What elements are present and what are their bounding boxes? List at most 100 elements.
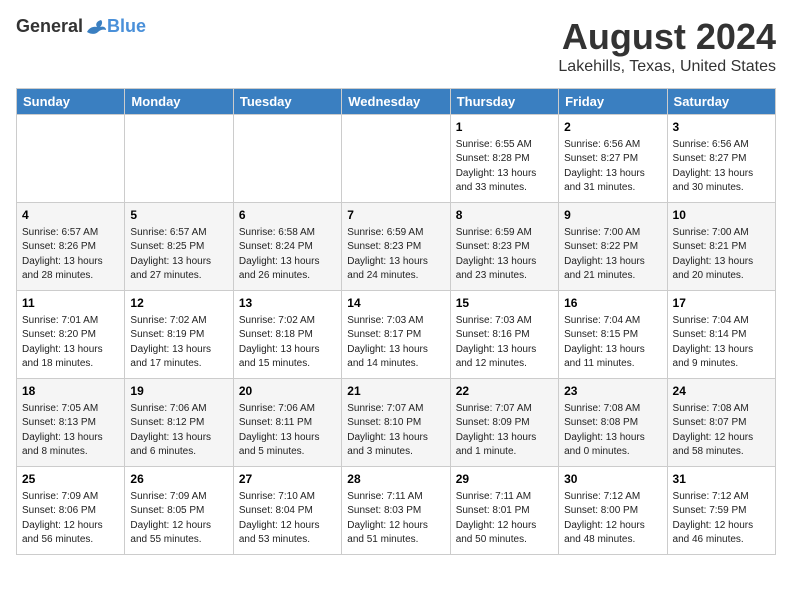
day-info: Sunrise: 7:04 AM Sunset: 8:14 PM Dayligh… [673, 314, 770, 372]
calendar-day-cell [233, 115, 341, 203]
day-info: Sunrise: 7:11 AM Sunset: 8:03 PM Dayligh… [347, 490, 444, 548]
day-info: Sunrise: 6:56 AM Sunset: 8:27 PM Dayligh… [564, 138, 661, 196]
day-info: Sunrise: 7:09 AM Sunset: 8:06 PM Dayligh… [22, 490, 119, 548]
day-info: Sunrise: 6:59 AM Sunset: 8:23 PM Dayligh… [347, 226, 444, 284]
day-info: Sunrise: 7:09 AM Sunset: 8:05 PM Dayligh… [130, 490, 227, 548]
header: General Blue August 2024 Lakehills, Texa… [16, 16, 776, 76]
calendar-table: SundayMondayTuesdayWednesdayThursdayFrid… [16, 88, 776, 555]
day-info: Sunrise: 7:04 AM Sunset: 8:15 PM Dayligh… [564, 314, 661, 372]
day-number: 10 [673, 207, 770, 224]
day-info: Sunrise: 6:56 AM Sunset: 8:27 PM Dayligh… [673, 138, 770, 196]
day-info: Sunrise: 6:57 AM Sunset: 8:26 PM Dayligh… [22, 226, 119, 284]
day-number: 6 [239, 207, 336, 224]
day-number: 1 [456, 119, 553, 136]
title-section: August 2024 Lakehills, Texas, United Sta… [558, 16, 776, 76]
calendar-day-cell: 13 Sunrise: 7:02 AM Sunset: 8:18 PM Dayli… [233, 291, 341, 379]
day-info: Sunrise: 7:03 AM Sunset: 8:16 PM Dayligh… [456, 314, 553, 372]
day-info: Sunrise: 6:55 AM Sunset: 8:28 PM Dayligh… [456, 138, 553, 196]
day-number: 3 [673, 119, 770, 136]
day-number: 12 [130, 295, 227, 312]
header-day-friday: Friday [559, 89, 667, 115]
day-number: 18 [22, 383, 119, 400]
calendar-day-cell: 7 Sunrise: 6:59 AM Sunset: 8:23 PM Daylig… [342, 203, 450, 291]
calendar-day-cell: 9Sunrise: 7:00 AM Sunset: 8:22 PM Daylig… [559, 203, 667, 291]
calendar-day-cell: 3 Sunrise: 6:56 AM Sunset: 8:27 PM Daylig… [667, 115, 775, 203]
day-info: Sunrise: 7:03 AM Sunset: 8:17 PM Dayligh… [347, 314, 444, 372]
logo-general-text: General [16, 16, 83, 37]
day-info: Sunrise: 7:07 AM Sunset: 8:10 PM Dayligh… [347, 402, 444, 460]
week-row-4: 18 Sunrise: 7:05 AM Sunset: 8:13 PM Dayli… [17, 379, 776, 467]
day-number: 4 [22, 207, 119, 224]
logo-blue-text: Blue [107, 16, 146, 37]
calendar-day-cell: 31Sunrise: 7:12 AM Sunset: 7:59 PM Dayli… [667, 467, 775, 555]
location-title: Lakehills, Texas, United States [558, 58, 776, 76]
day-number: 7 [347, 207, 444, 224]
day-number: 2 [564, 119, 661, 136]
day-info: Sunrise: 7:05 AM Sunset: 8:13 PM Dayligh… [22, 402, 119, 460]
header-day-monday: Monday [125, 89, 233, 115]
calendar-day-cell: 24Sunrise: 7:08 AM Sunset: 8:07 PM Dayli… [667, 379, 775, 467]
header-day-tuesday: Tuesday [233, 89, 341, 115]
calendar-day-cell: 22Sunrise: 7:07 AM Sunset: 8:09 PM Dayli… [450, 379, 558, 467]
calendar-day-cell: 8Sunrise: 6:59 AM Sunset: 8:23 PM Daylig… [450, 203, 558, 291]
day-number: 11 [22, 295, 119, 312]
day-number: 19 [130, 383, 227, 400]
calendar-day-cell: 2 Sunrise: 6:56 AM Sunset: 8:27 PM Daylig… [559, 115, 667, 203]
header-day-saturday: Saturday [667, 89, 775, 115]
header-day-thursday: Thursday [450, 89, 558, 115]
header-day-wednesday: Wednesday [342, 89, 450, 115]
day-info: Sunrise: 7:12 AM Sunset: 8:00 PM Dayligh… [564, 490, 661, 548]
calendar-day-cell: 12Sunrise: 7:02 AM Sunset: 8:19 PM Dayli… [125, 291, 233, 379]
day-number: 21 [347, 383, 444, 400]
day-info: Sunrise: 7:00 AM Sunset: 8:21 PM Dayligh… [673, 226, 770, 284]
day-number: 13 [239, 295, 336, 312]
week-row-1: 1 Sunrise: 6:55 AM Sunset: 8:28 PM Daylig… [17, 115, 776, 203]
day-number: 5 [130, 207, 227, 224]
week-row-3: 11 Sunrise: 7:01 AM Sunset: 8:20 PM Dayli… [17, 291, 776, 379]
calendar-day-cell [125, 115, 233, 203]
week-row-2: 4 Sunrise: 6:57 AM Sunset: 8:26 PM Daylig… [17, 203, 776, 291]
week-row-5: 25 Sunrise: 7:09 AM Sunset: 8:06 PM Dayli… [17, 467, 776, 555]
calendar-day-cell: 15Sunrise: 7:03 AM Sunset: 8:16 PM Dayli… [450, 291, 558, 379]
header-day-sunday: Sunday [17, 89, 125, 115]
day-info: Sunrise: 7:01 AM Sunset: 8:20 PM Dayligh… [22, 314, 119, 372]
month-title: August 2024 [558, 16, 776, 58]
day-info: Sunrise: 7:10 AM Sunset: 8:04 PM Dayligh… [239, 490, 336, 548]
day-number: 8 [456, 207, 553, 224]
calendar-day-cell: 20Sunrise: 7:06 AM Sunset: 8:11 PM Dayli… [233, 379, 341, 467]
day-info: Sunrise: 7:02 AM Sunset: 8:18 PM Dayligh… [239, 314, 336, 372]
day-number: 22 [456, 383, 553, 400]
logo-bird-icon [85, 18, 107, 36]
day-info: Sunrise: 6:58 AM Sunset: 8:24 PM Dayligh… [239, 226, 336, 284]
calendar-day-cell: 30 Sunrise: 7:12 AM Sunset: 8:00 PM Dayli… [559, 467, 667, 555]
calendar-day-cell: 5 Sunrise: 6:57 AM Sunset: 8:25 PM Daylig… [125, 203, 233, 291]
calendar-day-cell: 10 Sunrise: 7:00 AM Sunset: 8:21 PM Dayli… [667, 203, 775, 291]
logo: General Blue [16, 16, 146, 37]
day-number: 30 [564, 471, 661, 488]
day-number: 26 [130, 471, 227, 488]
calendar-day-cell: 26 Sunrise: 7:09 AM Sunset: 8:05 PM Dayli… [125, 467, 233, 555]
day-number: 23 [564, 383, 661, 400]
day-number: 17 [673, 295, 770, 312]
calendar-day-cell: 18 Sunrise: 7:05 AM Sunset: 8:13 PM Dayli… [17, 379, 125, 467]
calendar-day-cell: 21 Sunrise: 7:07 AM Sunset: 8:10 PM Dayli… [342, 379, 450, 467]
calendar-day-cell: 25 Sunrise: 7:09 AM Sunset: 8:06 PM Dayli… [17, 467, 125, 555]
day-number: 29 [456, 471, 553, 488]
calendar-day-cell: 14 Sunrise: 7:03 AM Sunset: 8:17 PM Dayli… [342, 291, 450, 379]
calendar-day-cell [17, 115, 125, 203]
day-info: Sunrise: 7:12 AM Sunset: 7:59 PM Dayligh… [673, 490, 770, 548]
day-info: Sunrise: 7:11 AM Sunset: 8:01 PM Dayligh… [456, 490, 553, 548]
calendar-day-cell: 6 Sunrise: 6:58 AM Sunset: 8:24 PM Daylig… [233, 203, 341, 291]
day-number: 25 [22, 471, 119, 488]
calendar-day-cell: 29 Sunrise: 7:11 AM Sunset: 8:01 PM Dayli… [450, 467, 558, 555]
day-info: Sunrise: 6:57 AM Sunset: 8:25 PM Dayligh… [130, 226, 227, 284]
calendar-day-cell: 23 Sunrise: 7:08 AM Sunset: 8:08 PM Dayli… [559, 379, 667, 467]
day-number: 20 [239, 383, 336, 400]
calendar-day-cell: 11 Sunrise: 7:01 AM Sunset: 8:20 PM Dayli… [17, 291, 125, 379]
calendar-day-cell: 19Sunrise: 7:06 AM Sunset: 8:12 PM Dayli… [125, 379, 233, 467]
day-number: 27 [239, 471, 336, 488]
day-info: Sunrise: 7:08 AM Sunset: 8:08 PM Dayligh… [564, 402, 661, 460]
day-number: 24 [673, 383, 770, 400]
day-number: 9 [564, 207, 661, 224]
day-number: 14 [347, 295, 444, 312]
